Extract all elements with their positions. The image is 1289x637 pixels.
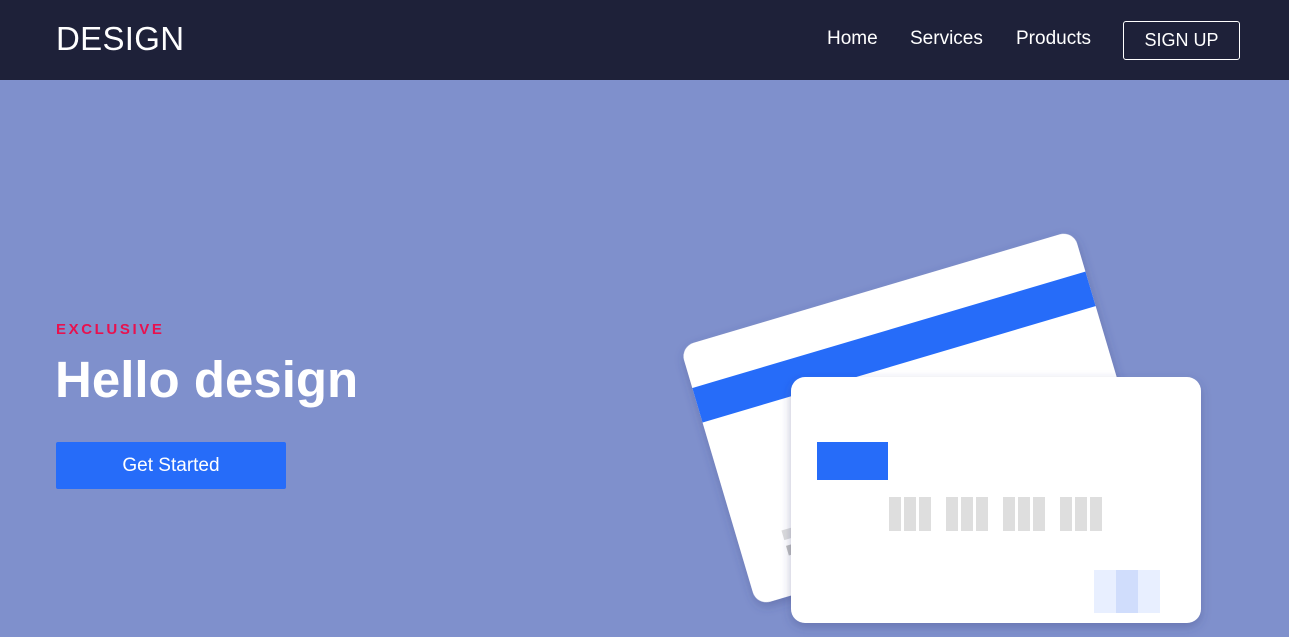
card-logo-icon bbox=[1094, 570, 1160, 613]
credit-cards-icon bbox=[682, 233, 1201, 623]
landing-page: DESIGN Home Services Products SIGN UP EX… bbox=[0, 0, 1289, 637]
card-chip bbox=[817, 442, 888, 480]
front-card-icon bbox=[791, 377, 1201, 623]
